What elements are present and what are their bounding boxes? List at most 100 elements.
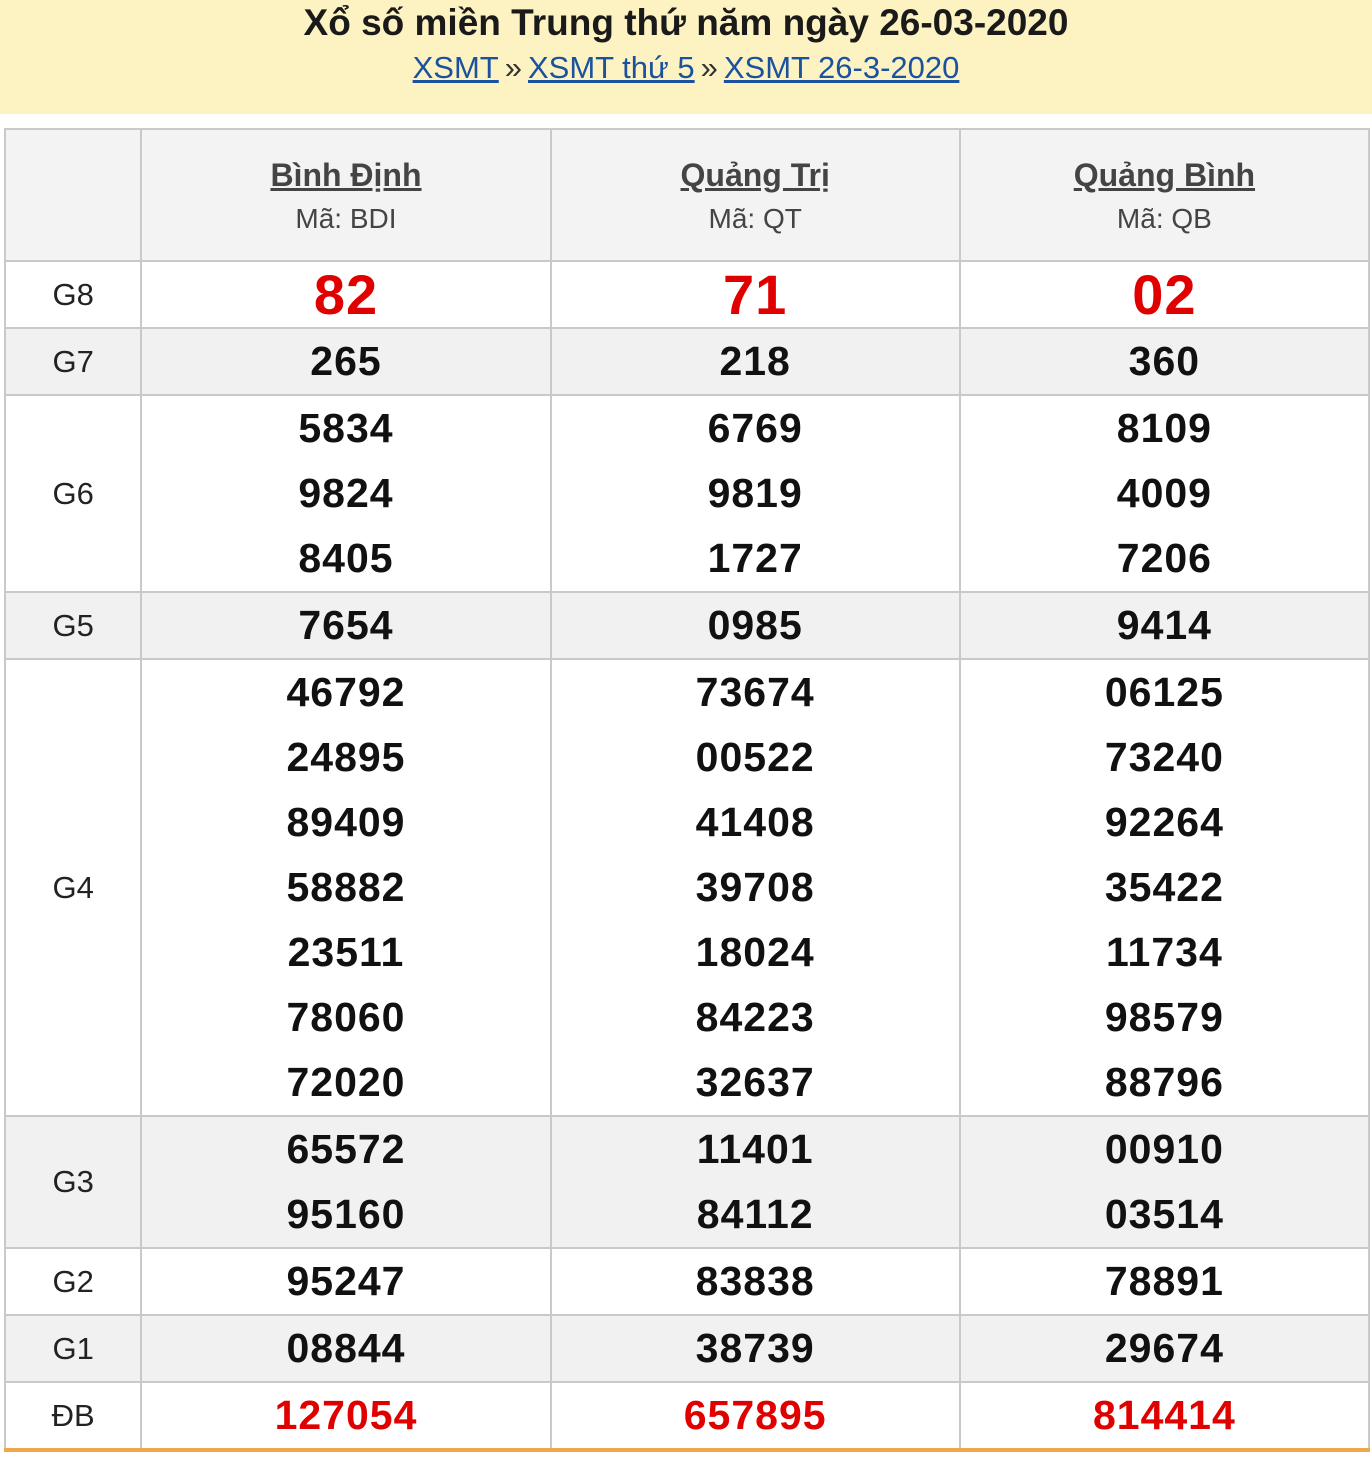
prize-number: 4009: [1116, 470, 1212, 516]
prize-number: 38739: [695, 1325, 815, 1371]
prize-number: 00910: [1104, 1126, 1224, 1172]
prize-number: 82: [313, 262, 379, 326]
prize-number: 89409: [286, 799, 406, 845]
prize-cell: 360: [958, 327, 1371, 396]
prize-label: G2: [3, 1247, 143, 1316]
prize-label: G6: [3, 394, 143, 593]
prize-number: 98579: [1104, 994, 1224, 1040]
prize-number: 657895: [683, 1392, 827, 1438]
prize-row-g4: G4 46792 24895 89409 58882 23511 78060 7…: [3, 658, 1371, 1117]
prize-row-g1: G1 08844 38739 29674: [3, 1314, 1371, 1383]
prize-number: 8405: [298, 535, 394, 581]
province-header-quang-tri: Quảng Trị Mã: QT: [549, 128, 961, 262]
prize-number: 02: [1132, 262, 1197, 326]
prize-cell: 127054: [140, 1381, 552, 1452]
prize-label: ĐB: [3, 1381, 143, 1452]
prize-number: 24895: [286, 734, 406, 780]
province-code: Mã: BDI: [295, 203, 397, 234]
prize-number: 6769: [707, 405, 803, 451]
prize-cell: 6769 9819 1727: [549, 394, 961, 593]
prize-row-g7: G7 265 218 360: [3, 327, 1371, 396]
prize-cell: 38739: [549, 1314, 961, 1383]
prize-number: 218: [719, 338, 791, 384]
prize-number: 9414: [1116, 602, 1212, 648]
prize-number: 1727: [707, 535, 803, 581]
prize-row-g6: G6 5834 9824 8405 6769 9819 1727 8109 40…: [3, 394, 1371, 593]
prize-number: 39708: [695, 864, 815, 910]
prize-cell: 73674 00522 41408 39708 18024 84223 3263…: [549, 658, 961, 1117]
prize-row-g8: G8 82 71 02: [3, 260, 1371, 329]
prize-number: 84112: [696, 1191, 814, 1237]
province-link-quang-tri[interactable]: Quảng Trị: [552, 155, 959, 195]
prize-cell: 11401 84112: [549, 1115, 961, 1249]
prize-number: 360: [1128, 338, 1201, 384]
prize-label: G5: [3, 591, 143, 660]
prize-row-g5: G5 7654 0985 9414: [3, 591, 1371, 660]
prize-number: 265: [310, 338, 382, 384]
results-table: Bình Định Mã: BDI Quảng Trị Mã: QT Quảng…: [3, 128, 1371, 1452]
prize-cell: 5834 9824 8405: [140, 394, 552, 593]
prize-number: 78060: [286, 994, 406, 1040]
prize-number: 95247: [286, 1258, 406, 1304]
prize-number: 78891: [1104, 1258, 1224, 1304]
prize-cell: 00910 03514: [958, 1115, 1371, 1249]
province-link-binh-dinh[interactable]: Bình Định: [142, 155, 549, 195]
prize-number: 29674: [1104, 1325, 1224, 1371]
prize-cell: 02: [958, 260, 1371, 329]
prize-cell: 218: [549, 327, 961, 396]
prize-number: 65572: [286, 1126, 406, 1172]
prize-label: G7: [3, 327, 143, 396]
prize-number: 41408: [695, 799, 815, 845]
prize-number: 00522: [695, 734, 815, 780]
prize-cell: 83838: [549, 1247, 961, 1316]
prize-label: G3: [3, 1115, 143, 1249]
prize-number: 35422: [1104, 864, 1224, 910]
prize-label: G8: [3, 260, 143, 329]
page-header: Xổ số miền Trung thứ năm ngày 26-03-2020…: [0, 0, 1372, 114]
prize-cell: 265: [140, 327, 552, 396]
province-link-quang-binh[interactable]: Quảng Bình: [961, 155, 1368, 195]
province-header-binh-dinh: Bình Định Mã: BDI: [140, 128, 552, 262]
prize-number: 71: [723, 262, 788, 326]
prize-number: 0985: [707, 602, 803, 648]
prize-cell: 08844: [140, 1314, 552, 1383]
prize-cell: 814414: [958, 1381, 1371, 1452]
prize-number: 73674: [695, 669, 815, 715]
prize-column-header: [3, 128, 143, 262]
breadcrumb-separator: »: [700, 50, 718, 85]
prize-number: 9824: [298, 470, 394, 516]
prize-row-g2: G2 95247 83838 78891: [3, 1247, 1371, 1316]
prize-number: 7654: [298, 602, 394, 648]
prize-number: 11734: [1106, 929, 1223, 975]
prize-number: 32637: [695, 1059, 815, 1105]
province-header-quang-binh: Quảng Bình Mã: QB: [958, 128, 1371, 262]
breadcrumb-link-xsmt[interactable]: XSMT: [413, 50, 499, 85]
prize-number: 95160: [286, 1191, 406, 1237]
prize-number: 58882: [286, 864, 406, 910]
prize-cell: 657895: [549, 1381, 961, 1452]
prize-number: 73240: [1104, 734, 1224, 780]
page-title: Xổ số miền Trung thứ năm ngày 26-03-2020: [303, 2, 1069, 43]
prize-label: G4: [3, 658, 143, 1117]
breadcrumb-link-xsmt-thu5[interactable]: XSMT thứ 5: [528, 50, 695, 85]
prize-cell: 78891: [958, 1247, 1371, 1316]
prize-cell: 71: [549, 260, 961, 329]
prize-number: 08844: [286, 1325, 406, 1371]
prize-number: 7206: [1116, 535, 1212, 581]
breadcrumb-separator: »: [504, 50, 522, 85]
prize-number: 06125: [1104, 669, 1224, 715]
prize-number: 814414: [1092, 1392, 1236, 1438]
table-header-row: Bình Định Mã: BDI Quảng Trị Mã: QT Quảng…: [3, 128, 1371, 262]
breadcrumb: XSMT» XSMT thứ 5» XSMT 26-3-2020: [0, 48, 1372, 88]
prize-number: 8109: [1116, 405, 1212, 451]
prize-number: 88796: [1104, 1059, 1224, 1105]
prize-number: 23511: [287, 929, 405, 975]
province-code: Mã: QB: [1116, 203, 1212, 234]
prize-number: 84223: [695, 994, 815, 1040]
prize-row-g3: G3 65572 95160 11401 84112 00910 03514: [3, 1115, 1371, 1249]
breadcrumb-link-xsmt-date[interactable]: XSMT 26-3-2020: [724, 50, 960, 85]
prize-number: 11401: [696, 1126, 814, 1172]
prize-cell: 65572 95160: [140, 1115, 552, 1249]
prize-cell: 46792 24895 89409 58882 23511 78060 7202…: [140, 658, 552, 1117]
prize-label: G1: [3, 1314, 143, 1383]
